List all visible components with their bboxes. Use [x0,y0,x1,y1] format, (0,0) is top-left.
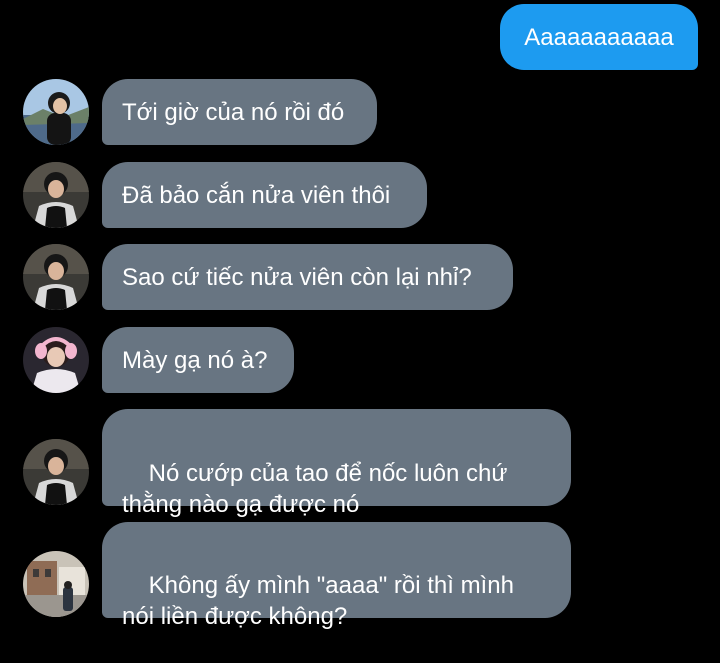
avatar-black-shirt-photo[interactable] [23,244,89,310]
incoming-message-bubble[interactable]: Đã bảo cắn nửa viên thôi [102,162,427,228]
message-text: Không ấy mình "aaaa" rồi thì mình nói li… [122,572,521,630]
message-text: Mày gạ nó à? [122,346,268,374]
message-text: Nó cướp của tao để nốc luôn chứ thằng nà… [122,460,515,518]
message-text: Tới giờ của nó rồi đó [122,98,345,126]
avatar-black-shirt-photo[interactable] [23,162,89,228]
message-thread: Aaaaaaaaaaa Tới giờ của nó rồi đó Đã bảo… [0,0,720,630]
incoming-message-bubble[interactable]: Tới giờ của nó rồi đó [102,79,377,145]
avatar-street-photo[interactable] [23,551,89,617]
incoming-message-bubble[interactable]: Sao cứ tiếc nửa viên còn lại nhỉ? [102,244,513,310]
incoming-message-bubble[interactable]: Không ấy mình "aaaa" rồi thì mình nói li… [102,522,571,630]
message-text: Sao cứ tiếc nửa viên còn lại nhỉ? [122,263,472,291]
avatar-pink-headphones-photo[interactable] [23,327,89,393]
incoming-message-bubble[interactable]: Nó cướp của tao để nốc luôn chứ thằng nà… [102,409,571,518]
message-text: Đã bảo cắn nửa viên thôi [122,181,391,209]
message-text: Aaaaaaaaaaa [524,23,674,51]
avatar-black-shirt-photo[interactable] [23,439,89,505]
outgoing-message-bubble[interactable]: Aaaaaaaaaaa [500,4,698,70]
avatar-lake-photo[interactable] [23,79,89,145]
incoming-message-bubble[interactable]: Mày gạ nó à? [102,327,294,393]
